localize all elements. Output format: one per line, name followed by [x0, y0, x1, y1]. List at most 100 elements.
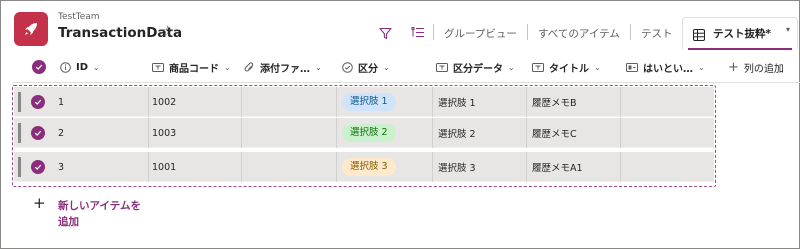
add-column-button[interactable]: + 列の追加: [728, 52, 784, 82]
cell-category[interactable]: 選択肢 2: [342, 118, 396, 148]
column-label: 添付ファ…: [260, 63, 310, 75]
cell-product-code[interactable]: 1001: [152, 152, 176, 182]
cell-category[interactable]: 選択肢 1: [342, 87, 396, 117]
cell-title[interactable]: 履歴メモC: [532, 118, 577, 148]
row-checkbox[interactable]: [31, 160, 45, 174]
chevron-down-icon: ⌄: [594, 62, 601, 72]
chevron-down-icon: ⌄: [315, 62, 322, 72]
add-item-line2: 追加: [58, 216, 79, 228]
column-header-id[interactable]: ID ⌄: [60, 52, 100, 82]
select-all-checkbox[interactable]: [32, 52, 46, 82]
cell-product-code[interactable]: 1002: [152, 87, 176, 117]
column-header-category-data[interactable]: 区分データ ⌄: [436, 52, 515, 82]
cell-divider: [241, 152, 242, 182]
group-by-icon[interactable]: [411, 25, 425, 44]
cell-id[interactable]: 1: [58, 87, 64, 117]
choice-pill: 選択肢 3: [342, 158, 396, 176]
cell-id[interactable]: 3: [58, 152, 64, 182]
cell-divider: [526, 87, 527, 117]
tab-divider: [527, 24, 528, 40]
grid-view-icon: [693, 26, 705, 45]
cell-divider: [620, 87, 621, 117]
tab-divider: [630, 24, 631, 40]
text-field-icon: [532, 62, 544, 73]
tab-group-view[interactable]: グループビュー: [444, 26, 517, 41]
tab-test-excerpt[interactable]: テスト抜粋* ▾: [682, 17, 798, 49]
tab-all-items[interactable]: すべてのアイテム: [538, 26, 620, 41]
checkmark-icon: [32, 60, 46, 74]
cell-category[interactable]: 選択肢 3: [342, 152, 396, 182]
cell-divider: [241, 118, 242, 148]
column-header-attachment[interactable]: 添付ファ… ⌄: [244, 52, 322, 82]
choice-pill: 選択肢 1: [342, 93, 396, 111]
table-row[interactable]: 1 1002 選択肢 1 選択肢 1 履歴メモB: [14, 87, 714, 117]
cell-divider: [336, 152, 337, 182]
plus-icon: +: [728, 59, 739, 75]
cell-divider: [526, 152, 527, 182]
cell-divider: [148, 87, 149, 117]
checkmark-icon: [34, 164, 42, 170]
cell-divider: [336, 87, 337, 117]
cell-title[interactable]: 履歴メモA1: [532, 152, 583, 182]
checkmark-icon: [34, 130, 42, 136]
team-name[interactable]: TestTeam: [58, 12, 100, 22]
column-header-title[interactable]: タイトル ⌄: [532, 52, 601, 82]
add-item-line1: 新しいアイテムを: [58, 200, 141, 212]
text-field-icon: [152, 62, 164, 73]
cell-divider: [336, 118, 337, 148]
chevron-down-icon: ⌄: [93, 62, 100, 72]
column-label: ID: [76, 61, 89, 73]
app-icon[interactable]: [14, 12, 48, 46]
column-header-category[interactable]: 区分 ⌄: [342, 52, 390, 82]
cell-divider: [432, 118, 433, 148]
chevron-down-icon: ⌄: [224, 62, 231, 72]
add-new-item-link[interactable]: 新しいアイテムを 追加: [58, 198, 158, 230]
column-label: はいとい…: [643, 63, 693, 75]
attachment-icon: [244, 61, 255, 73]
column-label: タイトル: [549, 63, 589, 75]
tab-divider: [433, 24, 434, 40]
cell-title[interactable]: 履歴メモB: [532, 87, 577, 117]
active-tab-underline: [688, 48, 792, 50]
filter-icon[interactable]: [379, 25, 392, 44]
cell-divider: [432, 87, 433, 117]
plus-icon[interactable]: +: [33, 196, 46, 211]
cell-divider: [620, 118, 621, 148]
choice-icon: [342, 61, 353, 73]
cell-category-data[interactable]: 選択肢 3: [438, 152, 476, 182]
cell-divider: [526, 118, 527, 148]
choice-pill: 選択肢 2: [342, 124, 396, 142]
text-field-icon: [436, 62, 448, 73]
cell-category-data[interactable]: 選択肢 1: [438, 87, 476, 117]
favorite-star-icon[interactable]: ☆: [161, 24, 174, 39]
table-row[interactable]: 3 1001 選択肢 3 選択肢 3 履歴メモA1: [14, 152, 714, 182]
column-label: 区分データ: [453, 63, 503, 75]
row-selection-bar: [18, 92, 21, 112]
cell-divider: [620, 152, 621, 182]
chevron-down-icon: ⌄: [508, 62, 515, 72]
add-column-label: 列の追加: [743, 63, 784, 75]
tab-test[interactable]: テスト: [641, 26, 673, 41]
chevron-down-icon[interactable]: ▾: [786, 25, 790, 34]
row-checkbox[interactable]: [31, 126, 45, 140]
cell-product-code[interactable]: 1003: [152, 118, 176, 148]
checkmark-icon: [34, 99, 42, 105]
column-label: 区分: [358, 63, 378, 75]
table-row[interactable]: 2 1003 選択肢 2 選択肢 2 履歴メモC: [14, 118, 714, 148]
chevron-down-icon: ⌄: [698, 62, 705, 72]
cell-id[interactable]: 2: [58, 118, 64, 148]
info-icon: [60, 61, 71, 73]
cell-category-data[interactable]: 選択肢 2: [438, 118, 476, 148]
row-checkbox[interactable]: [31, 95, 45, 109]
column-header-yes-no[interactable]: はいとい… ⌄: [626, 52, 705, 82]
cell-divider: [148, 152, 149, 182]
chevron-down-icon: ⌄: [383, 62, 390, 72]
cell-divider: [432, 152, 433, 182]
column-header-product-code[interactable]: 商品コード ⌄: [152, 52, 231, 82]
cell-divider: [148, 118, 149, 148]
yes-no-icon: [626, 62, 638, 73]
column-label: 商品コード: [169, 63, 219, 75]
column-header-row: ID ⌄ 商品コード ⌄ 添付ファ… ⌄ 区分 ⌄ 区分データ ⌄ タイトル ⌄: [12, 52, 800, 83]
active-tab-label: テスト抜粋*: [713, 28, 771, 40]
row-selection-bar: [18, 157, 21, 177]
